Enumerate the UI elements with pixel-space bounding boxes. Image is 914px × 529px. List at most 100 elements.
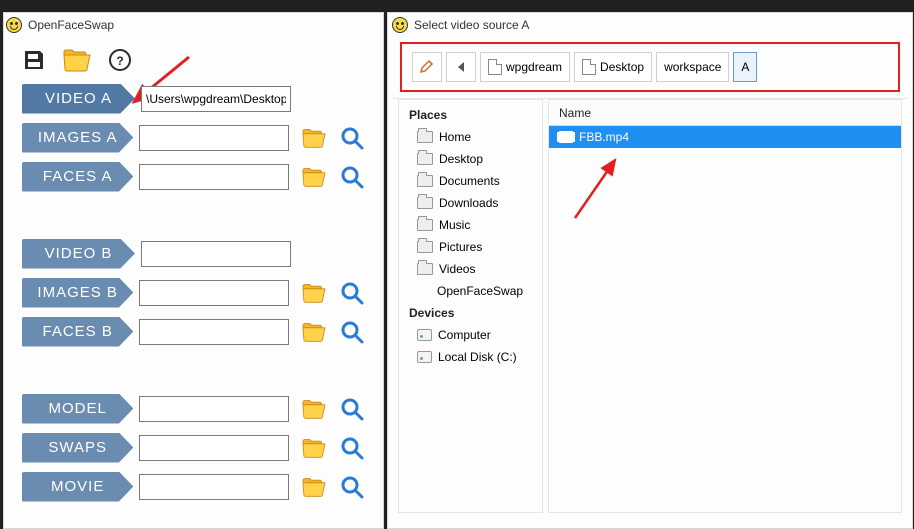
file-icon xyxy=(582,59,596,75)
video-b-input[interactable] xyxy=(141,241,291,267)
place-label: OpenFaceSwap xyxy=(437,284,523,298)
breadcrumb-workspace[interactable]: workspace xyxy=(656,52,729,82)
files-column-header[interactable]: Name xyxy=(549,100,901,126)
file-dialog: Select video source A wpgdream Desktop w… xyxy=(387,12,913,529)
model-button[interactable]: MODEL xyxy=(22,394,133,424)
model-preview-icon[interactable] xyxy=(339,396,365,422)
place-label: Home xyxy=(439,130,471,144)
pencil-icon xyxy=(419,58,435,77)
file-icon xyxy=(488,59,502,75)
place-label: Local Disk (C:) xyxy=(438,350,517,364)
place-label: Downloads xyxy=(439,196,498,210)
images-b-preview-icon[interactable] xyxy=(339,280,365,306)
faces-b-preview-icon[interactable] xyxy=(339,319,365,345)
place-desktop[interactable]: Desktop xyxy=(403,148,538,170)
breadcrumb-a[interactable]: A xyxy=(733,52,757,82)
chevron-left-icon xyxy=(458,62,464,72)
openfaceswap-window: OpenFaceSwap ? VIDEO A IMAGES A FACES A xyxy=(3,12,384,529)
faces-a-input[interactable] xyxy=(139,164,289,190)
app-icon xyxy=(6,17,22,33)
images-b-browse-icon[interactable] xyxy=(301,280,327,306)
place-label: Pictures xyxy=(439,240,482,254)
images-a-browse-icon[interactable] xyxy=(301,125,327,151)
breadcrumb-nav: wpgdream Desktop workspace A xyxy=(412,52,888,82)
video-b-button[interactable]: VIDEO B xyxy=(22,239,135,269)
devices-header: Devices xyxy=(403,302,538,324)
folder-icon xyxy=(417,197,433,209)
file-row-fbb[interactable]: FBB.mp4 xyxy=(549,126,901,148)
drive-icon xyxy=(417,351,432,363)
place-home[interactable]: Home xyxy=(403,126,538,148)
images-a-input[interactable] xyxy=(139,125,289,151)
places-pane: Places Home Desktop Documents Downloads … xyxy=(398,99,543,513)
open-folder-icon[interactable] xyxy=(62,47,92,73)
place-label: Videos xyxy=(439,262,475,276)
images-a-preview-icon[interactable] xyxy=(339,125,365,151)
row-model: MODEL xyxy=(22,389,365,428)
row-swaps: SWAPS xyxy=(22,428,365,467)
place-label: Music xyxy=(439,218,470,232)
images-b-button[interactable]: IMAGES B xyxy=(22,278,133,308)
movie-button[interactable]: MOVIE xyxy=(22,472,133,502)
breadcrumb-label: workspace xyxy=(664,60,721,74)
folder-icon xyxy=(417,153,433,165)
place-videos[interactable]: Videos xyxy=(403,258,538,280)
video-a-input[interactable] xyxy=(141,86,291,112)
file-name: FBB.mp4 xyxy=(579,130,629,144)
dialog-icon xyxy=(392,17,408,33)
faces-b-input[interactable] xyxy=(139,319,289,345)
help-icon[interactable]: ? xyxy=(108,48,132,72)
dialog-titlebar: Select video source A xyxy=(388,13,912,37)
faces-a-button[interactable]: FACES A xyxy=(22,162,133,192)
faces-a-preview-icon[interactable] xyxy=(339,164,365,190)
faces-b-browse-icon[interactable] xyxy=(301,319,327,345)
folder-icon xyxy=(417,263,433,275)
breadcrumb-desktop[interactable]: Desktop xyxy=(574,52,652,82)
nav-back-button[interactable] xyxy=(446,52,476,82)
model-input[interactable] xyxy=(139,396,289,422)
row-faces-b: FACES B xyxy=(22,312,365,351)
movie-browse-icon[interactable] xyxy=(301,474,327,500)
breadcrumb-frame: wpgdream Desktop workspace A xyxy=(400,42,900,92)
row-images-b: IMAGES B xyxy=(22,273,365,312)
place-label: Computer xyxy=(438,328,491,342)
faces-a-browse-icon[interactable] xyxy=(301,164,327,190)
place-pictures[interactable]: Pictures xyxy=(403,236,538,258)
place-downloads[interactable]: Downloads xyxy=(403,192,538,214)
device-disk-c[interactable]: Local Disk (C:) xyxy=(403,346,538,368)
breadcrumb-label: wpgdream xyxy=(506,60,562,74)
images-a-button[interactable]: IMAGES A xyxy=(22,123,133,153)
files-pane: Name FBB.mp4 xyxy=(548,99,902,513)
swaps-button[interactable]: SWAPS xyxy=(22,433,133,463)
device-computer[interactable]: Computer xyxy=(403,324,538,346)
faces-b-button[interactable]: FACES B xyxy=(22,317,133,347)
window-titlebar: OpenFaceSwap xyxy=(4,13,383,37)
row-faces-a: FACES A xyxy=(22,157,365,196)
swaps-preview-icon[interactable] xyxy=(339,435,365,461)
video-a-button[interactable]: VIDEO A xyxy=(22,84,135,114)
model-browse-icon[interactable] xyxy=(301,396,327,422)
folder-icon xyxy=(417,241,433,253)
breadcrumb-label: A xyxy=(741,60,749,74)
breadcrumb-wpgdream[interactable]: wpgdream xyxy=(480,52,570,82)
swaps-input[interactable] xyxy=(139,435,289,461)
place-label: Documents xyxy=(439,174,500,188)
dialog-title: Select video source A xyxy=(414,18,529,32)
edit-path-button[interactable] xyxy=(412,52,442,82)
place-openfaceswap[interactable]: OpenFaceSwap xyxy=(403,280,538,302)
images-b-input[interactable] xyxy=(139,280,289,306)
row-video-b: VIDEO B xyxy=(22,234,365,273)
video-file-icon xyxy=(559,131,573,143)
folder-icon xyxy=(417,175,433,187)
place-documents[interactable]: Documents xyxy=(403,170,538,192)
row-video-a: VIDEO A xyxy=(22,79,365,118)
places-header: Places xyxy=(403,104,538,126)
computer-icon xyxy=(417,329,432,341)
place-label: Desktop xyxy=(439,152,483,166)
save-icon[interactable] xyxy=(22,48,46,72)
movie-input[interactable] xyxy=(139,474,289,500)
folder-icon xyxy=(417,131,433,143)
movie-preview-icon[interactable] xyxy=(339,474,365,500)
place-music[interactable]: Music xyxy=(403,214,538,236)
swaps-browse-icon[interactable] xyxy=(301,435,327,461)
